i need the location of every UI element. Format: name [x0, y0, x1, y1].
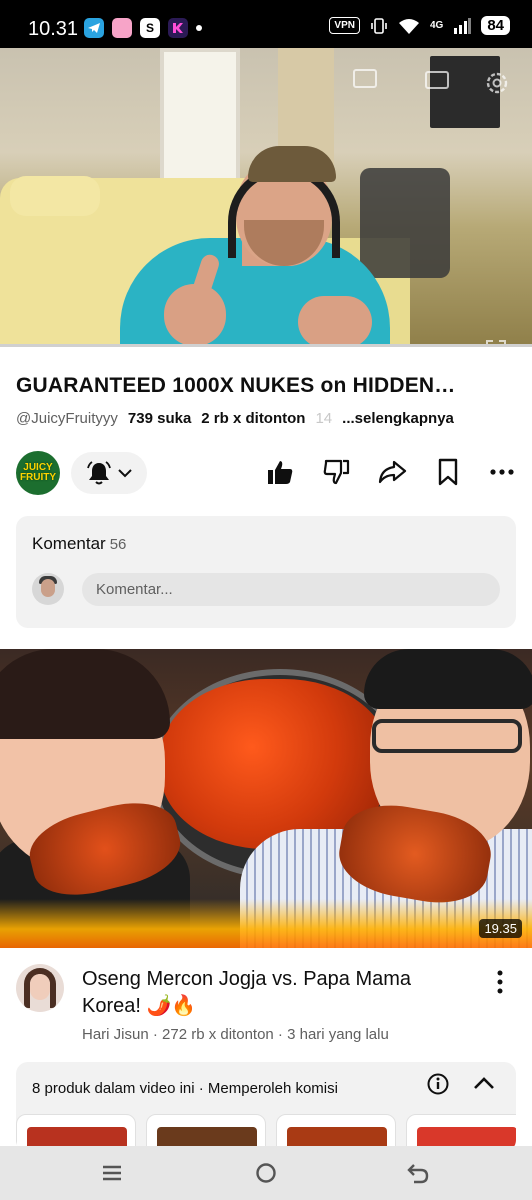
thumbs-up-icon	[268, 461, 293, 484]
share-icon	[378, 460, 407, 484]
system-navigation-bar	[0, 1146, 532, 1200]
comments-label: Komentar	[32, 534, 106, 553]
back-icon	[407, 1164, 429, 1184]
bookmark-icon	[438, 458, 458, 486]
video-meta[interactable]: @JuicyFruityyy 739 suka 2 rb x ditonton …	[16, 410, 516, 427]
captions-icon[interactable]	[424, 70, 450, 90]
video-duration-badge: 19.35	[479, 919, 522, 938]
action-bar: JUICY FRUITY	[16, 450, 516, 498]
subscription-bell-button[interactable]	[71, 452, 147, 494]
back-button[interactable]	[404, 1160, 432, 1186]
recommended-video-info[interactable]: Oseng Mercon Jogja vs. Papa Mama Korea! …	[0, 962, 532, 1048]
share-button[interactable]	[376, 456, 408, 488]
show-more-link[interactable]: ...selengkapnya	[342, 410, 454, 427]
more-vertical-icon	[497, 970, 503, 994]
channel-avatar[interactable]: JUICY FRUITY	[16, 451, 60, 495]
vibrate-icon	[371, 17, 387, 34]
home-button[interactable]	[252, 1160, 280, 1186]
scene-pillow	[10, 176, 100, 216]
chevron-up-icon[interactable]	[470, 1072, 498, 1096]
recommended-more-button[interactable]	[488, 968, 512, 996]
user-avatar	[32, 573, 64, 605]
comments-header: Komentar 56	[32, 534, 126, 554]
products-shelf[interactable]: 8 produk dalam video ini · Memperoleh ko…	[16, 1062, 516, 1152]
upload-age: 14	[315, 410, 333, 427]
thumb-flames	[0, 899, 532, 948]
like-count: 739 suka	[127, 410, 192, 427]
recommended-video-thumbnail[interactable]: 19.35	[0, 649, 532, 948]
notification-icons: S	[84, 18, 202, 38]
presenter-cap	[248, 146, 336, 182]
view-count: 2 rb x ditonton	[201, 410, 306, 427]
video-player[interactable]	[0, 48, 532, 347]
presenter-left-hand	[164, 284, 226, 346]
kick-icon	[168, 18, 188, 38]
chevron-down-icon	[118, 469, 132, 478]
cast-icon[interactable]	[352, 68, 378, 90]
products-header: 8 produk dalam video ini · Memperoleh ko…	[32, 1080, 338, 1097]
thumb-man-glasses	[372, 719, 522, 753]
bell-icon	[87, 461, 111, 485]
save-button[interactable]	[432, 456, 464, 488]
video-title[interactable]: GUARANTEED 1000X NUKES on HIDDEN…	[16, 374, 516, 398]
like-button[interactable]	[264, 456, 296, 488]
pink-app-icon	[112, 18, 132, 38]
info-icon[interactable]	[426, 1072, 450, 1096]
channel-avatar-line2: FRUITY	[19, 472, 57, 483]
thumbs-down-icon	[323, 459, 350, 485]
wifi-icon	[398, 18, 419, 34]
recommended-channel-avatar[interactable]	[16, 964, 64, 1012]
recommended-video-meta: Hari Jisun · 272 rb x ditonton · 3 hari …	[82, 1026, 389, 1043]
channel-handle[interactable]: @JuicyFruityyy	[16, 410, 118, 427]
comments-count: 56	[109, 536, 127, 553]
dislike-button[interactable]	[320, 456, 352, 488]
status-time: 10.31	[28, 18, 79, 40]
battery-indicator: 84	[481, 16, 510, 35]
scene-chair	[360, 168, 450, 278]
telegram-icon	[84, 18, 104, 38]
recents-button[interactable]	[98, 1160, 126, 1186]
vpn-badge: VPN	[329, 17, 360, 34]
comment-input[interactable]	[82, 573, 500, 606]
network-label: 4G	[429, 20, 444, 31]
thumb-woman-hair	[0, 649, 170, 739]
more-icon	[490, 469, 514, 475]
comments-section[interactable]: Komentar 56	[16, 516, 516, 628]
notification-dot	[196, 25, 202, 31]
shopee-icon: S	[140, 18, 160, 38]
system-indicators: VPN 4G 84	[329, 16, 510, 35]
menu-icon	[103, 1165, 121, 1181]
thumb-man-hair	[364, 649, 532, 709]
settings-icon[interactable]	[484, 70, 510, 96]
recommended-video-title[interactable]: Oseng Mercon Jogja vs. Papa Mama Korea! …	[82, 966, 462, 1020]
presenter-right-hand	[298, 296, 372, 347]
more-actions-button[interactable]	[486, 456, 518, 488]
signal-icon	[454, 17, 472, 34]
scene-window	[160, 48, 240, 198]
home-circle-icon	[256, 1163, 276, 1183]
